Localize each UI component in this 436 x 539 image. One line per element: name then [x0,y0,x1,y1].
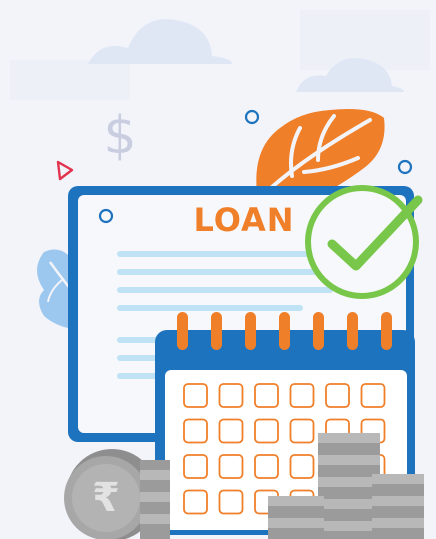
rupee-symbol: ₹ [92,475,120,521]
dollar-icon: $ [103,106,137,166]
illustration-canvas [0,0,436,539]
loan-illustration: $ LOAN ₹ [0,0,436,539]
loan-title: LOAN [193,201,295,239]
check-icon [305,185,423,299]
